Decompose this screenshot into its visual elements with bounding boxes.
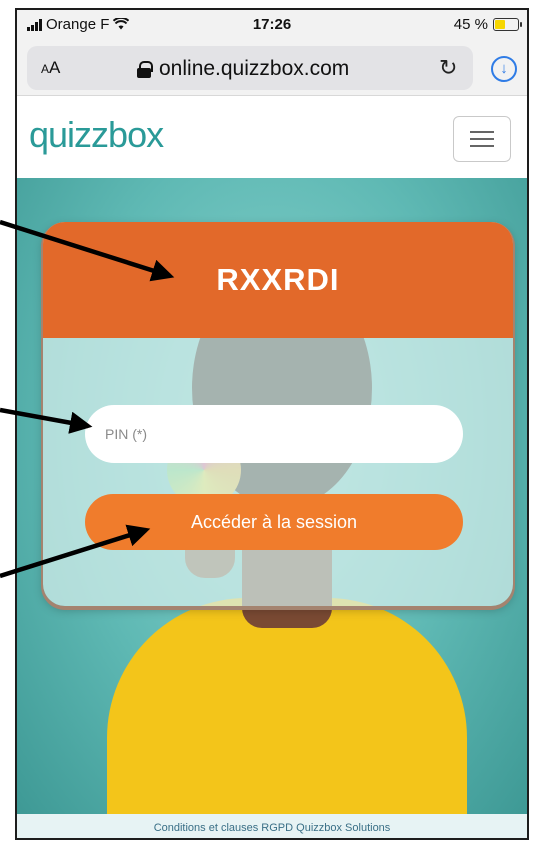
reload-icon[interactable]: ↻ (439, 55, 457, 81)
footer-legal-link[interactable]: Conditions et clauses RGPD Quizzbox Solu… (17, 814, 527, 838)
session-code: RXXRDI (216, 262, 340, 297)
pin-input[interactable] (85, 405, 463, 463)
url-text: online.quizzbox.com (159, 57, 350, 80)
address-bar[interactable]: AA online.quizzbox.com ↻ (27, 46, 473, 90)
lock-icon (137, 60, 153, 78)
session-card: RXXRDI Accéder à la session (43, 222, 513, 606)
url-display[interactable]: online.quizzbox.com (137, 57, 349, 81)
access-session-button[interactable]: Accéder à la session (85, 494, 463, 550)
clock: 17:26 (252, 16, 292, 33)
status-right: 45 % (453, 16, 522, 33)
background-photo-shirt (107, 598, 467, 814)
battery-percent: 45 % (453, 16, 488, 33)
phone-screen: Orange F 17:26 45 % AA online.quizzbox.c… (15, 8, 529, 840)
site-header: quizzbox (17, 96, 527, 178)
browser-toolbar: AA online.quizzbox.com ↻ ↓ (17, 40, 527, 96)
text-size-button[interactable]: AA (41, 58, 60, 78)
status-bar: Orange F 17:26 45 % (17, 10, 527, 40)
hamburger-menu-icon[interactable] (453, 116, 511, 162)
battery-icon (493, 18, 522, 31)
download-icon[interactable]: ↓ (491, 56, 517, 82)
quizzbox-logo[interactable]: quizzbox (29, 114, 164, 156)
session-code-header: RXXRDI (43, 222, 513, 338)
battery-level (495, 20, 505, 29)
